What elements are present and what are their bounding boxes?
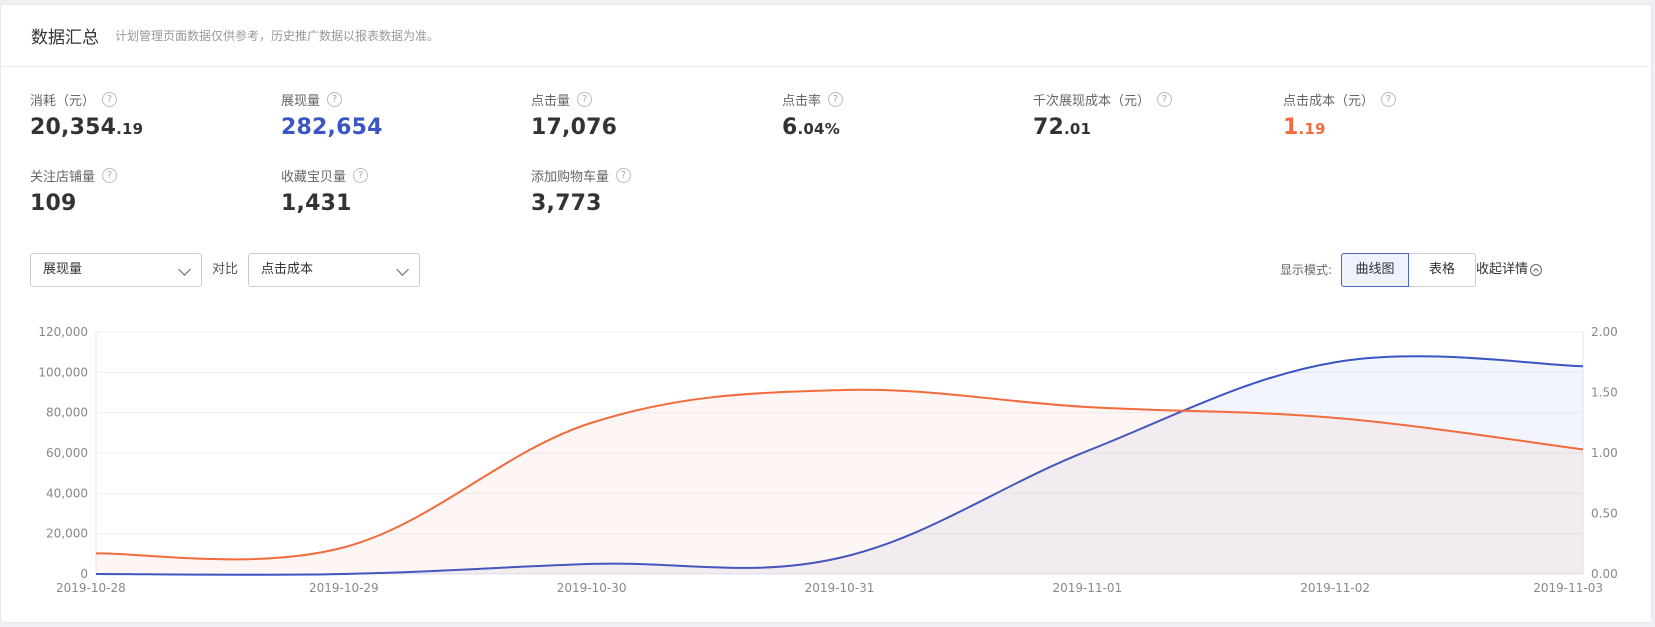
trend-chart: 0 20,000 40,000 60,000 80,000 100,000 120,000 0… [38, 325, 1618, 595]
y-right-tick: 0.00 [1591, 567, 1618, 581]
metric-value: 1,431 [281, 191, 352, 216]
metric-label: 千次展现成本（元） [1033, 94, 1151, 109]
metric-label: 展现量 [281, 94, 321, 109]
mode-chart-button[interactable]: 曲线图 [1341, 253, 1409, 287]
x-tick: 2019-10-29 [309, 581, 379, 595]
y-left-tick: 80,000 [46, 406, 88, 420]
metric-impressions: 展现量? 282,654 [281, 90, 521, 140]
chevron-up-circle-icon [1530, 263, 1543, 276]
help-icon[interactable]: ? [353, 168, 369, 183]
help-icon[interactable]: ? [577, 92, 593, 107]
chevron-down-icon [396, 263, 409, 276]
metric-value: 17,076 [531, 115, 618, 140]
metric-clicks: 点击量? 17,076 [531, 90, 771, 140]
collapse-details-button[interactable]: 收起详情 [1476, 253, 1543, 287]
metric-add-to-cart: 添加购物车量? 3,773 [531, 166, 771, 216]
compare-metric-select[interactable]: 点击成本 [248, 253, 420, 287]
metric-ctr: 点击率? 6.04% [782, 90, 1022, 140]
metric-value: 3,773 [531, 191, 602, 216]
mode-table-button[interactable]: 表格 [1408, 253, 1476, 287]
chevron-down-icon [178, 263, 191, 276]
panel-header: 数据汇总 计划管理页面数据仅供参考，历史推广数据以报表数据为准。 [1, 5, 1651, 67]
metric-value: 1.19 [1283, 115, 1326, 140]
metric-value: 72.01 [1033, 115, 1092, 140]
y-left-tick: 100,000 [38, 365, 88, 379]
x-tick: 2019-11-01 [1052, 581, 1122, 595]
metric-value: 20,354.19 [30, 115, 144, 140]
y-left-tick: 20,000 [46, 527, 88, 541]
metric-label: 收藏宝贝量 [281, 170, 347, 185]
metric-label: 点击率 [782, 94, 822, 109]
metric-label: 关注店铺量 [30, 170, 96, 185]
x-tick: 2019-10-28 [56, 581, 126, 595]
primary-metric-select[interactable]: 展现量 [30, 253, 202, 287]
metric-favorites: 收藏宝贝量? 1,431 [281, 166, 521, 216]
y-left-tick: 0 [80, 567, 88, 581]
compare-label: 对比 [212, 262, 239, 277]
metric-label: 消耗（元） [30, 94, 96, 109]
y-right-tick: 2.00 [1591, 325, 1618, 339]
metric-label: 点击量 [531, 94, 571, 109]
metric-spend: 消耗（元）? 20,354.19 [30, 90, 270, 140]
y-right-tick: 1.50 [1591, 386, 1618, 400]
help-icon[interactable]: ? [1381, 92, 1397, 107]
metric-cpm: 千次展现成本（元）? 72.01 [1033, 90, 1273, 140]
display-mode-label: 显示模式: [1280, 263, 1333, 277]
x-tick: 2019-10-31 [805, 581, 875, 595]
chart-controls: 展现量 对比 点击成本 显示模式: 曲线图 表格 收起详情 [30, 253, 1630, 287]
metric-value: 282,654 [281, 115, 383, 140]
y-left-tick: 40,000 [46, 486, 88, 500]
help-icon[interactable]: ? [828, 92, 844, 107]
metric-value: 109 [30, 191, 77, 216]
y-left-tick: 60,000 [46, 446, 88, 460]
x-tick: 2019-11-03 [1533, 581, 1603, 595]
y-right-tick: 1.00 [1591, 446, 1618, 460]
metric-label: 点击成本（元） [1283, 94, 1375, 109]
y-left-tick: 120,000 [38, 325, 88, 339]
help-icon[interactable]: ? [1157, 92, 1173, 107]
x-tick: 2019-10-30 [557, 581, 627, 595]
metric-value: 6.04% [782, 115, 840, 140]
help-icon[interactable]: ? [616, 168, 632, 183]
metric-shop-follows: 关注店铺量? 109 [30, 166, 270, 216]
panel-title: 数据汇总 [31, 28, 99, 48]
help-icon[interactable]: ? [327, 92, 343, 107]
metric-label: 添加购物车量 [531, 170, 610, 185]
panel-note: 计划管理页面数据仅供参考，历史推广数据以报表数据为准。 [115, 29, 440, 43]
y-right-tick: 0.50 [1591, 507, 1618, 521]
help-icon[interactable]: ? [102, 168, 118, 183]
metric-cpc: 点击成本（元）? 1.19 [1283, 90, 1523, 140]
x-tick: 2019-11-02 [1300, 581, 1370, 595]
help-icon[interactable]: ? [102, 92, 118, 107]
